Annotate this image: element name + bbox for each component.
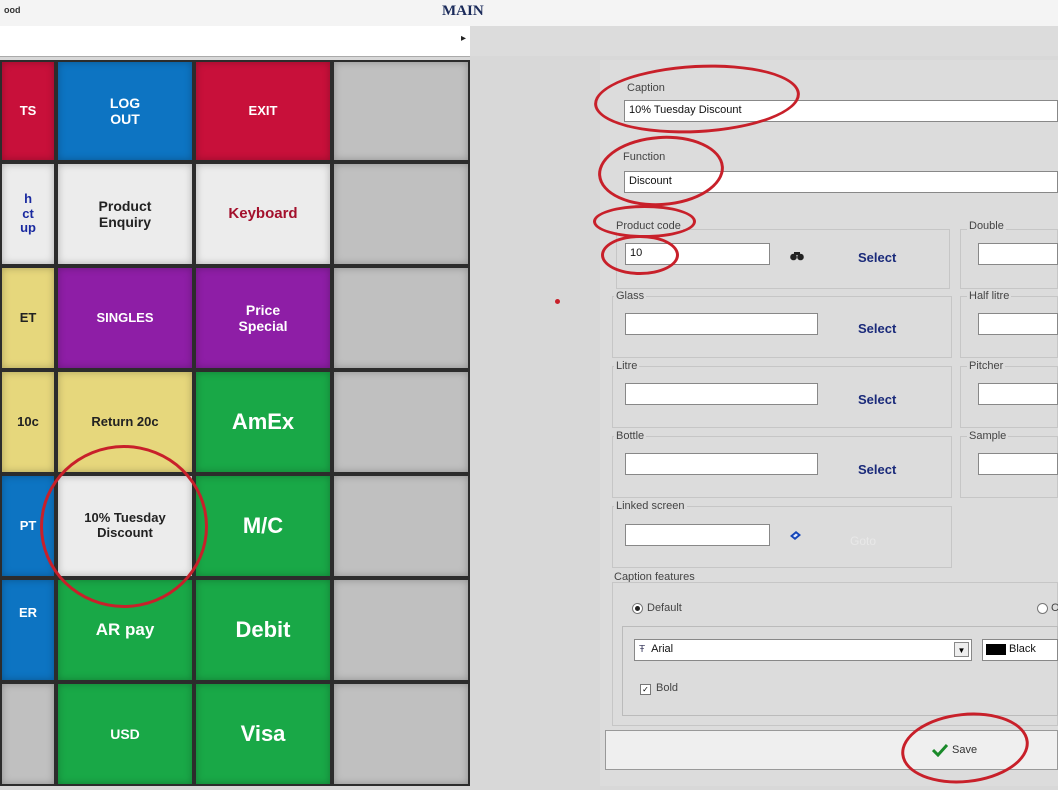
litre-label: Litre bbox=[614, 360, 640, 372]
font-icon: Ŧ bbox=[639, 644, 646, 655]
save-button[interactable]: Save bbox=[605, 730, 1058, 770]
other-radio-label: C bbox=[1051, 602, 1058, 614]
function-label: Function bbox=[623, 151, 666, 163]
font-dropdown-arrow-icon[interactable]: ▼ bbox=[954, 642, 969, 657]
goto-button[interactable]: Goto bbox=[850, 534, 876, 548]
caption-input[interactable]: 10% Tuesday Discount bbox=[624, 100, 1058, 122]
logout-button[interactable]: LOG OUT bbox=[56, 60, 194, 162]
product-enquiry-button[interactable]: Product Enquiry bbox=[56, 162, 194, 266]
font-select[interactable]: Ŧ Arial bbox=[634, 639, 972, 661]
bottle-select[interactable]: Select bbox=[858, 462, 896, 477]
glass-input[interactable] bbox=[625, 313, 818, 335]
bold-checkbox-label: Bold bbox=[656, 682, 679, 694]
link-icon[interactable] bbox=[789, 530, 802, 541]
tile-r4c1[interactable]: 10c bbox=[0, 370, 56, 474]
default-radio-label: Default bbox=[647, 602, 682, 614]
empty-tile-r4[interactable] bbox=[332, 370, 470, 474]
save-button-label: Save bbox=[952, 744, 978, 756]
tile-r3c1[interactable]: ET bbox=[0, 266, 56, 370]
linked-screen-label: Linked screen bbox=[614, 500, 687, 512]
price-special-button[interactable]: Price Special bbox=[194, 266, 332, 370]
ar-pay-button[interactable]: AR pay bbox=[56, 578, 194, 682]
visa-button[interactable]: Visa bbox=[194, 682, 332, 786]
mc-button[interactable]: M/C bbox=[194, 474, 332, 578]
linked-screen-input[interactable] bbox=[625, 524, 770, 546]
empty-tile-r6[interactable] bbox=[332, 578, 470, 682]
red-dot-marker bbox=[555, 299, 560, 304]
half-litre-label: Half litre bbox=[967, 290, 1012, 302]
toolbar-right bbox=[470, 26, 1058, 56]
window-title: MAIN bbox=[442, 3, 484, 19]
sample-label: Sample bbox=[967, 430, 1009, 442]
singles-button[interactable]: SINGLES bbox=[56, 266, 194, 370]
button-properties-panel: Caption 10% Tuesday Discount Function Di… bbox=[600, 60, 1058, 786]
debit-button[interactable]: Debit bbox=[194, 578, 332, 682]
half-litre-input[interactable] bbox=[978, 313, 1058, 335]
color-swatch bbox=[986, 643, 1006, 655]
tile-r2c1[interactable]: h ct up bbox=[0, 162, 56, 266]
tile-r1c1[interactable]: TS bbox=[0, 60, 56, 162]
function-input[interactable]: Discount bbox=[624, 171, 1058, 193]
default-radio[interactable] bbox=[632, 603, 643, 614]
empty-tile-r1[interactable] bbox=[332, 60, 470, 162]
exit-button[interactable]: EXIT bbox=[194, 60, 332, 162]
bold-checkbox[interactable]: ✓ bbox=[640, 684, 651, 695]
keyboard-button[interactable]: Keyboard bbox=[194, 162, 332, 266]
bottle-input[interactable] bbox=[625, 453, 818, 475]
empty-tile-r3[interactable] bbox=[332, 266, 470, 370]
empty-tile-r2[interactable] bbox=[332, 162, 470, 266]
glass-select[interactable]: Select bbox=[858, 321, 896, 336]
color-select[interactable]: Black bbox=[982, 639, 1058, 661]
empty-tile-r7c1[interactable] bbox=[0, 682, 56, 786]
sample-input[interactable] bbox=[978, 453, 1058, 475]
app-title: ood bbox=[4, 5, 21, 15]
toolbar-dropdown[interactable]: ▸ bbox=[0, 26, 470, 57]
usd-button[interactable]: USD bbox=[56, 682, 194, 786]
product-code-label: Product code bbox=[614, 220, 683, 232]
amex-button[interactable]: AmEx bbox=[194, 370, 332, 474]
return-20c-button[interactable]: Return 20c bbox=[56, 370, 194, 474]
title-bar: ood MAIN bbox=[0, 0, 1058, 26]
other-radio[interactable] bbox=[1037, 603, 1048, 614]
binoculars-icon[interactable] bbox=[790, 251, 804, 261]
pitcher-label: Pitcher bbox=[967, 360, 1006, 372]
empty-tile-r7[interactable] bbox=[332, 682, 470, 786]
dropdown-arrow-icon[interactable]: ▸ bbox=[461, 33, 466, 44]
button-grid: TS LOG OUT EXIT h ct up Product Enquiry … bbox=[0, 60, 470, 786]
pitcher-input[interactable] bbox=[978, 383, 1058, 405]
double-input[interactable] bbox=[978, 243, 1058, 265]
empty-tile-r5[interactable] bbox=[332, 474, 470, 578]
product-code-select[interactable]: Select bbox=[858, 250, 896, 265]
product-code-input[interactable]: 10 bbox=[625, 243, 770, 265]
litre-input[interactable] bbox=[625, 383, 818, 405]
bottle-label: Bottle bbox=[614, 430, 647, 442]
caption-label: Caption bbox=[627, 82, 665, 94]
tile-r6c1[interactable]: ER bbox=[0, 578, 56, 682]
double-label: Double bbox=[967, 220, 1006, 232]
tuesday-discount-button[interactable]: 10% Tuesday Discount bbox=[56, 474, 194, 578]
litre-select[interactable]: Select bbox=[858, 392, 896, 407]
check-icon bbox=[932, 743, 948, 757]
glass-label: Glass bbox=[614, 290, 647, 302]
tile-r5c1[interactable]: PT bbox=[0, 474, 56, 578]
